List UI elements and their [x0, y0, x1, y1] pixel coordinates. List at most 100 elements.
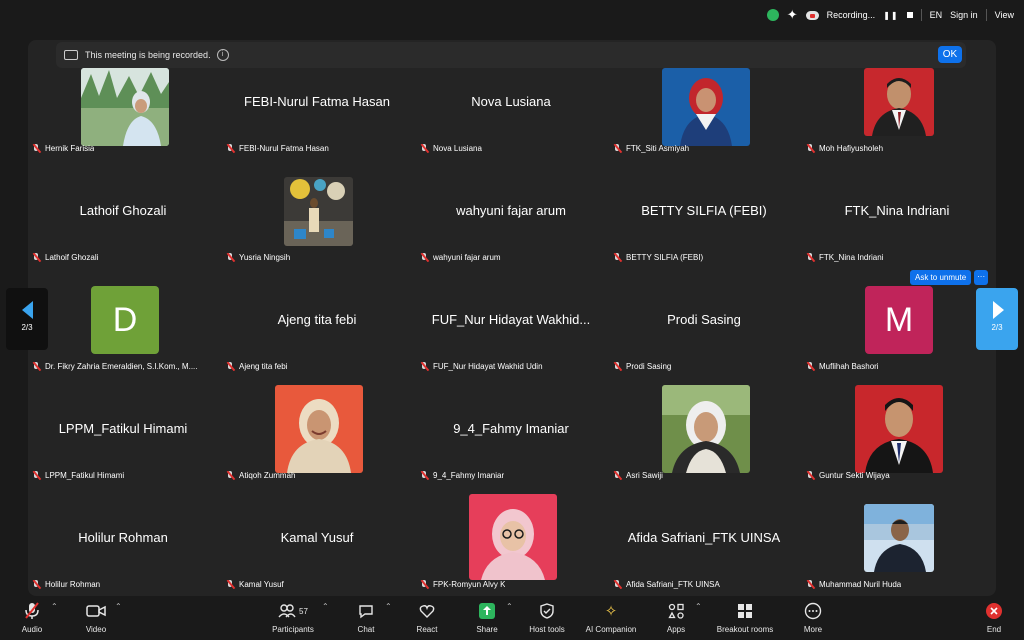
- participant-video: [469, 494, 557, 580]
- video-button[interactable]: Video: [78, 601, 114, 634]
- participant-name-label: FTK_Siti Asmiyah: [613, 144, 689, 153]
- banner-ok-button[interactable]: OK: [938, 46, 962, 63]
- participant-tile[interactable]: Moh Hafiyusholeh: [804, 54, 990, 156]
- participant-tile[interactable]: FEBI-Nurul Fatma Hasan FEBI-Nurul Fatma …: [224, 54, 410, 156]
- react-button[interactable]: React: [410, 601, 444, 634]
- chat-button[interactable]: Chat: [350, 601, 382, 634]
- participant-video: [855, 385, 943, 473]
- next-page-button[interactable]: 2/3: [976, 288, 1018, 350]
- participant-display-name: FEBI-Nurul Fatma Hasan: [244, 94, 390, 109]
- camera-off-icon: [78, 601, 114, 621]
- participant-tile[interactable]: Kamal Yusuf Kamal Yusuf: [224, 490, 410, 592]
- participant-tile[interactable]: FTK_Siti Asmiyah: [611, 54, 797, 156]
- end-meeting-button[interactable]: End: [980, 601, 1008, 634]
- participant-tile[interactable]: Lathoif Ghozali Lathoif Ghozali: [30, 163, 216, 265]
- stop-recording-icon[interactable]: [906, 12, 913, 18]
- recording-status: Recording...: [826, 10, 876, 20]
- muted-mic-icon: [226, 471, 235, 480]
- participant-tile[interactable]: Muhammad Nuril Huda: [804, 490, 990, 592]
- host-tools-button[interactable]: Host tools: [524, 601, 570, 634]
- participant-name-label: BETTY SILFIA (FEBI): [613, 253, 703, 262]
- participant-name-label: FPK-Romyun Alvy K: [420, 580, 505, 589]
- participants-button[interactable]: 57 Participants: [264, 601, 322, 634]
- share-button[interactable]: Share: [470, 601, 504, 634]
- muted-mic-icon: [806, 580, 815, 589]
- chat-options-caret[interactable]: ⌃: [385, 602, 392, 611]
- participant-tile[interactable]: Prodi Sasing Prodi Sasing: [611, 272, 797, 374]
- participant-tile[interactable]: Hernik Farisia: [30, 54, 216, 156]
- participant-video: [81, 68, 169, 146]
- participant-display-name: Prodi Sasing: [667, 312, 741, 327]
- apps-button[interactable]: Apps: [660, 601, 692, 634]
- participant-name-label: Asri Sawiji: [613, 471, 663, 480]
- participant-tile[interactable]: Atiqoh Zummah: [224, 381, 410, 483]
- participant-avatar: M: [865, 286, 933, 354]
- participant-tile[interactable]: FPK-Romyun Alvy K: [418, 490, 604, 592]
- muted-mic-icon: [806, 362, 815, 371]
- participant-tile[interactable]: FTK_Nina Indriani FTK_Nina Indriani: [804, 163, 990, 265]
- participant-tile[interactable]: Holilur Rohman Holilur Rohman: [30, 490, 216, 592]
- muted-mic-icon: [420, 580, 429, 589]
- pause-recording-icon[interactable]: ❚❚: [883, 11, 898, 20]
- participant-tile[interactable]: Guntur Sekti Wijaya: [804, 381, 990, 483]
- participant-display-name: FUF_Nur Hidayat Wakhid...: [431, 312, 591, 327]
- ai-companion-button[interactable]: ✧ AI Companion: [580, 601, 642, 634]
- participant-name-label: Muflihah Bashori: [806, 362, 879, 371]
- chat-icon: [350, 601, 382, 621]
- info-icon[interactable]: i: [216, 49, 229, 61]
- ask-to-unmute-button[interactable]: Ask to unmute: [910, 270, 972, 285]
- more-button[interactable]: More: [798, 601, 828, 634]
- security-shield-icon[interactable]: [766, 9, 779, 21]
- participant-tile[interactable]: BETTY SILFIA (FEBI) BETTY SILFIA (FEBI): [611, 163, 797, 265]
- muted-mic-icon: [613, 362, 622, 371]
- participant-tile[interactable]: M Muflihah Bashori: [804, 272, 990, 374]
- participant-name-label: wahyuni fajar arum: [420, 253, 501, 262]
- participant-tile[interactable]: wahyuni fajar arum wahyuni fajar arum: [418, 163, 604, 265]
- status-controls: ✦ Recording... ❚❚ EN Sign in View: [766, 8, 1014, 21]
- participants-icon: 57: [264, 601, 322, 621]
- share-options-caret[interactable]: ⌃: [506, 602, 513, 611]
- participant-display-name: BETTY SILFIA (FEBI): [641, 203, 767, 218]
- video-options-caret[interactable]: ⌃: [115, 602, 122, 611]
- participant-video: [662, 68, 750, 146]
- participant-more-button[interactable]: ···: [974, 270, 989, 285]
- participant-display-name: wahyuni fajar arum: [456, 203, 566, 218]
- participant-name-label: LPPM_Fatikul Himami: [32, 471, 124, 480]
- participant-video: [864, 68, 934, 136]
- participant-display-name: Lathoif Ghozali: [79, 203, 167, 218]
- muted-mic-icon: [613, 144, 622, 153]
- apps-options-caret[interactable]: ⌃: [695, 602, 702, 611]
- participant-tile[interactable]: LPPM_Fatikul Himami LPPM_Fatikul Himami: [30, 381, 216, 483]
- cloud-recording-icon: [805, 10, 819, 20]
- share-label: Share: [476, 625, 498, 634]
- participant-tile[interactable]: Yusria Ningsih: [224, 163, 410, 265]
- participant-count: 57: [299, 606, 308, 616]
- participant-tile[interactable]: FUF_Nur Hidayat Wakhid... FUF_Nur Hidaya…: [418, 272, 604, 374]
- share-screen-icon: [470, 601, 504, 621]
- participants-options-caret[interactable]: ⌃: [322, 602, 329, 611]
- ai-sparkle-icon[interactable]: ✦: [787, 8, 798, 21]
- previous-page-button[interactable]: 2/3: [6, 288, 48, 350]
- participant-tile[interactable]: Asri Sawiji: [611, 381, 797, 483]
- view-menu[interactable]: View: [995, 10, 1014, 20]
- muted-mic-icon: [226, 580, 235, 589]
- participant-display-name: 9_4_Fahmy Imaniar: [453, 421, 569, 436]
- audio-button[interactable]: Audio: [14, 601, 50, 634]
- participant-tile[interactable]: 9_4_Fahmy Imaniar 9_4_Fahmy Imaniar: [418, 381, 604, 483]
- participant-tile[interactable]: Ajeng tita febi Ajeng tita febi: [224, 272, 410, 374]
- muted-mic-icon: [806, 144, 815, 153]
- participant-tile[interactable]: Nova Lusiana Nova Lusiana: [418, 54, 604, 156]
- participant-name-label: Guntur Sekti Wijaya: [806, 471, 890, 480]
- apps-label: Apps: [666, 625, 686, 634]
- muted-mic-icon: [613, 253, 622, 262]
- sign-in-link[interactable]: Sign in: [950, 10, 978, 20]
- participant-tile[interactable]: D Dr. Fikry Zahria Emeraldien, S.I.Kom.,…: [30, 272, 216, 374]
- language-selector[interactable]: EN: [930, 10, 943, 20]
- muted-mic-icon: [32, 253, 41, 262]
- meeting-toolbar: Audio ⌃ Video ⌃ 57 Participants ⌃ Chat ⌃…: [0, 596, 1024, 640]
- participant-tile[interactable]: Afida Safriani_FTK UINSA Afida Safriani_…: [611, 490, 797, 592]
- audio-options-caret[interactable]: ⌃: [51, 602, 58, 611]
- breakout-rooms-button[interactable]: Breakout rooms: [712, 601, 778, 634]
- muted-mic-icon: [613, 580, 622, 589]
- breakout-rooms-icon: [712, 601, 778, 621]
